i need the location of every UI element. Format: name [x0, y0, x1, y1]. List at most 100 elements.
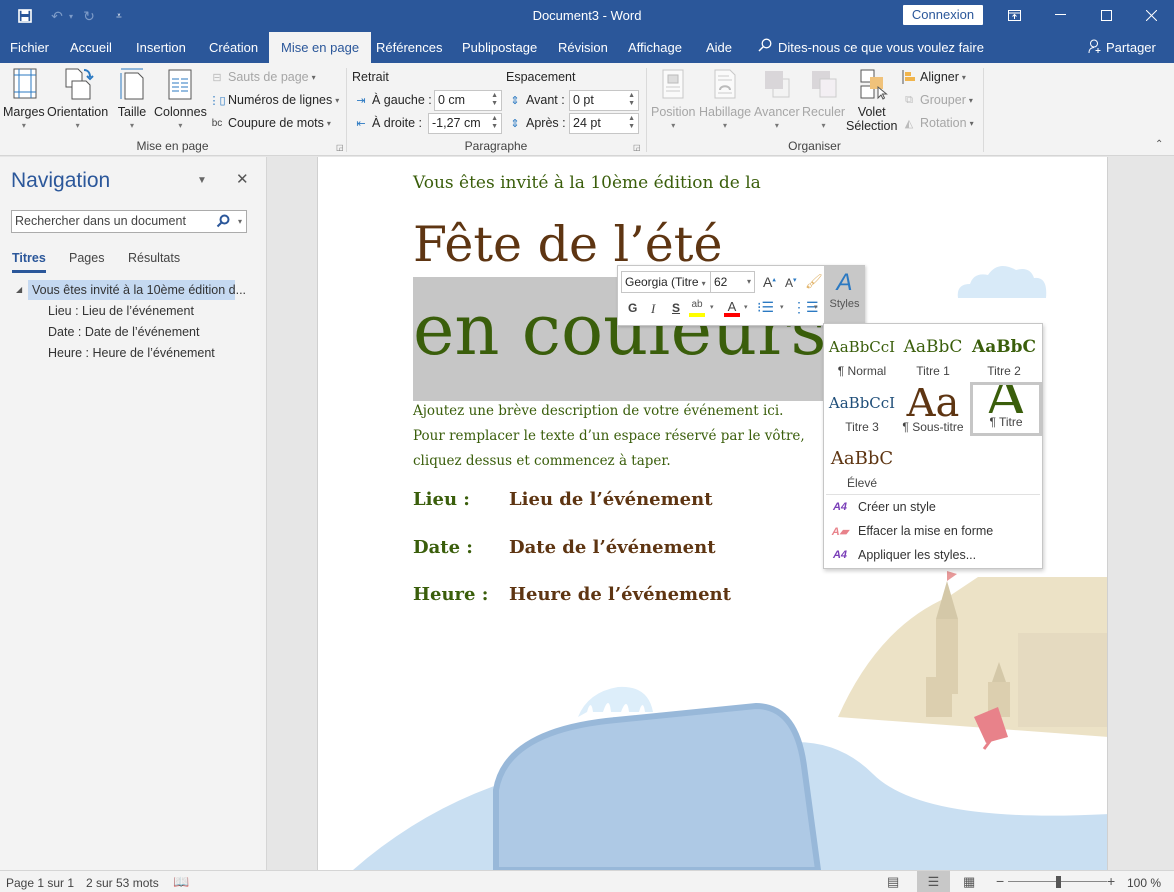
chevron-down-icon[interactable]: ▾ — [710, 303, 714, 311]
customize-qat-icon[interactable]: ⩡ — [108, 6, 130, 26]
detail-label-date[interactable]: Date : — [413, 537, 473, 558]
grow-font-icon[interactable]: A▴ — [763, 274, 776, 290]
collapse-triangle-icon[interactable]: ◢ — [16, 285, 22, 294]
tab-references[interactable]: Références — [366, 32, 452, 63]
zoom-level[interactable]: 100 % — [1127, 876, 1161, 890]
maximize-icon[interactable] — [1083, 0, 1129, 30]
align-button[interactable]: Aligner ▾ — [901, 67, 966, 87]
spinner-icon[interactable]: ▲ ▼ — [491, 92, 498, 108]
doc-intro-heading[interactable]: Vous êtes invité à la 10ème édition de l… — [413, 173, 761, 193]
bold-button[interactable]: G — [628, 301, 637, 315]
word-count[interactable]: 2 sur 53 mots — [86, 876, 159, 890]
style-eleve[interactable]: AaBbC Élevé — [827, 444, 897, 498]
spinner-icon[interactable]: ▲ ▼ — [628, 115, 635, 131]
tab-revision[interactable]: Révision — [548, 32, 618, 63]
font-size-dropdown[interactable]: 62 ▾ — [710, 271, 755, 293]
nav-heading-item[interactable]: Date : Date de l’événement — [48, 322, 199, 342]
signin-button[interactable]: Connexion — [903, 5, 983, 25]
line-numbers-button[interactable]: ⋮▯ Numéros de lignes ▾ — [208, 90, 339, 110]
detail-label-heure[interactable]: Heure : — [413, 584, 488, 605]
zoom-in-icon[interactable]: + — [1107, 873, 1115, 889]
underline-button[interactable]: S — [672, 301, 680, 315]
bullets-icon[interactable]: ⁝☰ — [757, 299, 774, 316]
clear-formatting-item[interactable]: A▰ Effacer la mise en forme — [830, 520, 993, 542]
tab-affichage[interactable]: Affichage — [618, 32, 692, 63]
nav-heading-item[interactable]: Lieu : Lieu de l’événement — [48, 301, 194, 321]
chevron-down-icon[interactable]: ▾ — [814, 303, 818, 311]
doc-description[interactable]: Ajoutez une brève description de votre é… — [413, 399, 813, 474]
detail-value-date[interactable]: Date de l’événement — [509, 537, 716, 558]
search-icon[interactable] — [216, 214, 230, 235]
proofing-icon[interactable]: 📖 — [173, 874, 189, 890]
apply-styles-item[interactable]: A4 Appliquer les styles... — [830, 544, 976, 566]
font-color-icon[interactable]: A — [724, 299, 740, 317]
pane-options-icon[interactable]: ▼ — [197, 175, 207, 186]
italic-button[interactable]: I — [651, 301, 655, 317]
hyphenation-button[interactable]: bc Coupure de mots ▾ — [209, 113, 331, 133]
nav-tab-pages[interactable]: Pages — [69, 251, 104, 265]
nav-search-input[interactable]: Rechercher dans un document ▾ — [11, 210, 247, 233]
spacing-after-input[interactable]: 24 pt ▲ ▼ — [569, 113, 639, 134]
tab-accueil[interactable]: Accueil — [60, 32, 122, 63]
tab-mise-en-page[interactable]: Mise en page — [269, 32, 372, 63]
page-breaks-button[interactable]: ⊟ Sauts de page ▾ — [209, 67, 315, 87]
nav-heading-item[interactable]: Vous êtes invité à la 10ème édition d... — [28, 280, 246, 300]
ribbon-display-icon[interactable] — [991, 0, 1037, 30]
bring-forward-button[interactable]: Avancer ▾ — [754, 67, 800, 130]
spinner-icon[interactable]: ▲ ▼ — [628, 92, 635, 108]
style-titre-1[interactable]: AaBbC Titre 1 — [898, 332, 968, 386]
highlight-icon[interactable]: ab — [689, 299, 705, 317]
style-titre-2[interactable]: AaBbC Titre 2 — [969, 332, 1039, 386]
save-icon[interactable] — [14, 6, 36, 26]
close-pane-icon[interactable]: ✕ — [236, 170, 249, 188]
wrap-text-button[interactable]: Habillage ▾ — [699, 67, 751, 130]
detail-label-lieu[interactable]: Lieu : — [413, 489, 470, 510]
columns-button[interactable]: Colonnes ▾ — [154, 67, 207, 130]
styles-button[interactable]: A Styles — [824, 266, 865, 325]
read-mode-icon[interactable]: ▤ — [887, 874, 899, 890]
indent-right-input[interactable]: -1,27 cm ▲ ▼ — [428, 113, 502, 134]
close-icon[interactable] — [1128, 0, 1174, 30]
dialog-launcher-icon[interactable]: ◲ — [633, 143, 641, 152]
nav-tab-resultats[interactable]: Résultats — [128, 251, 180, 265]
print-layout-icon[interactable]: ☰ — [917, 871, 950, 892]
chevron-down-icon[interactable]: ▾ — [744, 303, 748, 311]
tab-publipostage[interactable]: Publipostage — [452, 32, 547, 63]
zoom-out-icon[interactable]: − — [996, 873, 1004, 889]
search-options-icon[interactable]: ▾ — [238, 211, 242, 232]
tell-me-box[interactable]: Dites-nous ce que vous voulez faire — [758, 32, 984, 63]
redo-icon[interactable]: ↻ — [78, 6, 100, 26]
collapse-ribbon-icon[interactable]: ⌃ — [1155, 139, 1163, 150]
style-titre-3[interactable]: AaBbCcI Titre 3 — [827, 388, 897, 442]
create-style-item[interactable]: A4 Créer un style — [830, 496, 936, 518]
zoom-slider-thumb[interactable] — [1055, 876, 1061, 888]
group-button[interactable]: ⧉ Grouper ▾ — [901, 90, 973, 110]
style-normal[interactable]: AaBbCcI ¶ Normal — [827, 332, 897, 386]
margins-button[interactable]: Marges ▾ — [3, 67, 45, 130]
minimize-icon[interactable] — [1037, 0, 1083, 30]
shrink-font-icon[interactable]: A▾ — [785, 276, 797, 290]
chevron-down-icon[interactable]: ▾ — [780, 303, 784, 311]
tab-aide[interactable]: Aide — [696, 32, 742, 63]
undo-dropdown-icon[interactable]: ▾ — [66, 6, 76, 26]
nav-tab-titres[interactable]: Titres — [12, 251, 46, 273]
tab-creation[interactable]: Création — [199, 32, 268, 63]
style-titre[interactable]: A ¶ Titre — [970, 382, 1042, 436]
spinner-icon[interactable]: ▲ ▼ — [491, 115, 498, 131]
rotate-button[interactable]: ◭ Rotation ▾ — [901, 113, 974, 133]
web-layout-icon[interactable]: ▦ — [963, 874, 975, 890]
format-painter-icon[interactable]: 🖌 — [805, 273, 823, 290]
selection-pane-button[interactable]: Volet Sélection — [846, 67, 897, 133]
send-backward-button[interactable]: Reculer ▾ — [802, 67, 845, 130]
style-sous-titre[interactable]: Aa ¶ Sous-titre — [898, 388, 968, 442]
spacing-before-input[interactable]: 0 pt ▲ ▼ — [569, 90, 639, 111]
dialog-launcher-icon[interactable]: ◲ — [336, 143, 344, 152]
detail-value-lieu[interactable]: Lieu de l’événement — [509, 489, 713, 510]
nav-heading-item[interactable]: Heure : Heure de l’événement — [48, 343, 215, 363]
detail-value-heure[interactable]: Heure de l’événement — [509, 584, 731, 605]
share-button[interactable]: Partager — [1088, 32, 1156, 63]
page-count[interactable]: Page 1 sur 1 — [6, 876, 74, 890]
tab-fichier[interactable]: Fichier — [0, 32, 59, 63]
size-button[interactable]: Taille ▾ — [116, 67, 148, 130]
undo-icon[interactable]: ↶ — [46, 6, 68, 26]
